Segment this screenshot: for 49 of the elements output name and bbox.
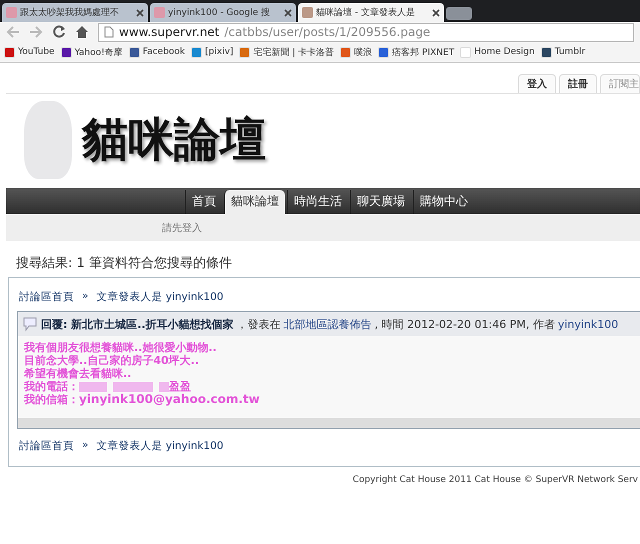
phone-label: 我的電話： <box>24 380 79 393</box>
new-tab-button[interactable] <box>446 7 472 20</box>
bookmark[interactable]: Tumblr <box>540 46 586 58</box>
phone-name: 盈盈 <box>169 380 191 393</box>
post-text: 目前念大學..自己家的房子40坪大.. <box>24 354 200 367</box>
close-icon[interactable] <box>284 8 292 16</box>
speech-bubble-icon <box>22 316 38 332</box>
post-meta: , 時間 2012-02-20 01:46 PM, 作者 <box>374 316 555 332</box>
post-text: 我有個朋友很想養貓咪..她很愛小動物.. <box>24 341 218 354</box>
page-icon <box>104 26 114 38</box>
browser-tab[interactable]: yinyink100 - Google 搜 <box>150 3 296 22</box>
address-field[interactable]: www.supervr.net /catbbs/user/posts/1/209556.page <box>98 22 634 42</box>
page-icon <box>154 7 165 18</box>
reload-icon[interactable] <box>52 25 66 39</box>
post-title[interactable]: 回覆: 新北市土城區..折耳小貓想找個家 <box>41 316 234 332</box>
author-link[interactable]: yinyink100 <box>558 318 618 330</box>
results-heading: 搜尋結果: 1 筆資料符合您搜尋的條件 <box>15 255 233 273</box>
breadcrumb-link[interactable]: 文章發表人是 yinyink100 <box>96 439 224 453</box>
bookmark[interactable]: 痞客邦 PIXNET <box>378 46 454 58</box>
breadcrumb-link[interactable]: 討論區首頁 <box>19 439 74 453</box>
bookmark[interactable]: Facebook <box>128 46 186 58</box>
browser-tab[interactable]: 貓咪論壇 - 文章發表人是 <box>298 3 444 22</box>
account-tab[interactable]: 登入 <box>518 74 556 93</box>
nav-tab[interactable]: 貓咪論壇 <box>224 190 285 214</box>
breadcrumb-link[interactable]: 文章發表人是 yinyink100 <box>96 290 224 304</box>
bookmark[interactable]: [pixiv] <box>191 46 234 58</box>
email-label: 我的信箱： <box>24 393 79 406</box>
close-icon[interactable] <box>432 8 440 16</box>
account-tab[interactable]: 註冊 <box>559 74 597 93</box>
post-meta: ，發表在 <box>236 316 281 332</box>
bookmark[interactable]: 噗浪 <box>340 46 372 58</box>
post-text: 希望有機會去看貓咪.. <box>24 367 132 380</box>
email-text: yinyink100@yahoo.com.tw <box>79 393 260 406</box>
site-title: 貓咪論壇 <box>82 111 266 168</box>
bookmark[interactable]: 宅宅新聞 | 卡卡洛普 <box>239 46 334 58</box>
copyright-text: Copyright Cat House 2011 Cat House © SuperVR Network Serv <box>352 474 639 485</box>
close-icon[interactable] <box>136 8 144 16</box>
bookmark[interactable]: Yahoo!奇摩 <box>60 46 123 58</box>
login-link[interactable]: 請先登入 <box>162 220 202 234</box>
browser-tab[interactable]: 跟太太吵架我我媽處理不 <box>2 3 148 22</box>
breadcrumb-separator: » <box>82 290 88 304</box>
home-icon[interactable] <box>75 25 89 39</box>
page-icon <box>6 7 17 18</box>
bookmark[interactable]: YouTube <box>4 46 55 58</box>
breadcrumb-link[interactable]: 討論區首頁 <box>19 290 74 304</box>
breadcrumb-separator: » <box>82 439 88 453</box>
forum-link[interactable]: 北部地區認養佈告 <box>284 316 372 332</box>
page-icon <box>302 7 313 18</box>
bookmark[interactable]: Home Design <box>460 46 535 58</box>
